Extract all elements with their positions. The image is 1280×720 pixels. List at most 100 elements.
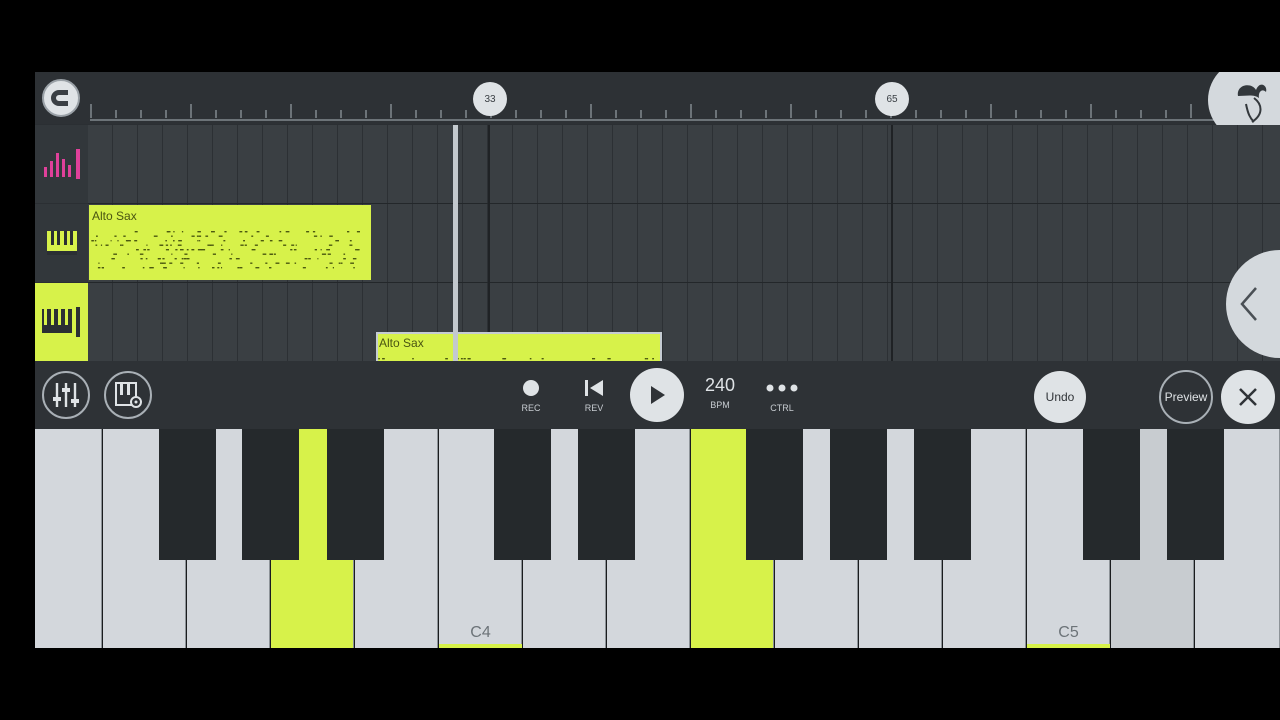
clip-note [212, 253, 216, 255]
pattern-clip-alto-sax-1[interactable]: Alto Sax [89, 205, 371, 280]
clip-note [170, 244, 172, 246]
black-key-f4-sharp-edge[interactable] [746, 429, 803, 560]
ruler-tick [615, 110, 617, 118]
clip-note [278, 240, 283, 242]
track-head-alto-sax-1[interactable] [35, 204, 88, 282]
piano-gear-icon [115, 382, 142, 408]
clip-note [412, 358, 414, 360]
transport-bar: REC REV 240 BPM CTRL Undo Preview [35, 361, 1280, 429]
white-key-d3[interactable] [35, 429, 102, 648]
clip-note [378, 358, 380, 360]
ruler-tick [465, 110, 467, 118]
clip-note [467, 358, 471, 360]
playlist-tracks: Alto Sax Alto Sax [35, 125, 1280, 413]
timeline-ruler[interactable]: 33 65 [35, 72, 1280, 142]
mixer-levels-icon [43, 149, 80, 179]
ruler-tick [940, 110, 942, 118]
clip-note [165, 244, 169, 246]
clip-note [445, 358, 448, 360]
track-head-mixer[interactable] [35, 125, 88, 203]
ruler-tick [915, 110, 917, 118]
clip-note [221, 244, 223, 246]
clip-note [356, 231, 360, 233]
clip-note [349, 240, 352, 242]
clip-note [228, 249, 230, 251]
playhead[interactable] [453, 125, 458, 361]
ruler-tick [440, 110, 442, 118]
clip-note [110, 240, 112, 242]
track-lane-3[interactable] [88, 283, 1280, 361]
clip-note [157, 258, 161, 260]
clip-note [123, 235, 126, 237]
record-button[interactable]: REC [506, 375, 556, 425]
clip-note [224, 231, 227, 233]
octave-marker [1027, 644, 1110, 648]
clip-note [265, 262, 268, 264]
play-button[interactable] [630, 368, 684, 422]
black-key-a4-sharp[interactable] [914, 429, 971, 560]
mixer-button[interactable] [42, 371, 90, 419]
clip-note [196, 235, 199, 237]
ruler-tick [790, 104, 792, 118]
black-key-c5-sharp[interactable] [1083, 429, 1140, 560]
clip-note [294, 262, 297, 264]
clip-note [198, 235, 202, 237]
ruler-tick [665, 110, 667, 118]
clip-note [147, 249, 150, 251]
black-key-a3-sharp[interactable] [327, 429, 384, 560]
black-key-g3-sharp[interactable] [301, 429, 325, 560]
black-key-f4-sharp[interactable] [693, 429, 745, 560]
ruler-tick [240, 110, 242, 118]
ruler-tick [90, 104, 92, 118]
bar-marker-65[interactable]: 65 [875, 82, 909, 116]
clip-note [181, 258, 184, 260]
clip-note [165, 249, 169, 251]
tempo-control[interactable]: 240 BPM [695, 375, 745, 410]
black-key-d3-sharp[interactable] [159, 429, 216, 560]
clip-note [652, 358, 654, 360]
clip-note [382, 358, 385, 360]
close-button[interactable] [1221, 370, 1275, 424]
clip-note [174, 258, 177, 260]
track-lane-1[interactable] [88, 125, 1280, 203]
black-key-c4-sharp[interactable] [494, 429, 551, 560]
clip-note [136, 249, 139, 251]
clip-note [169, 262, 173, 264]
clip-note [251, 249, 256, 251]
snap-magnet-button[interactable] [42, 79, 80, 117]
instrument-settings-button[interactable] [104, 371, 152, 419]
rewind-button[interactable]: REV [569, 375, 619, 425]
clip-note [357, 249, 360, 251]
bar-marker-33[interactable]: 33 [473, 82, 507, 116]
black-key-d4-sharp[interactable] [578, 429, 635, 560]
clip-note [180, 249, 184, 251]
preview-button[interactable]: Preview [1159, 370, 1213, 424]
track-head-alto-sax-2[interactable] [35, 283, 88, 361]
octave-marker [439, 644, 522, 648]
more-dots-icon [766, 384, 798, 392]
clip-note [191, 235, 195, 237]
clip-note [644, 358, 647, 360]
clip-note [140, 258, 143, 260]
clip-note [646, 358, 649, 360]
clip-note [329, 262, 333, 264]
bar-line-65 [891, 125, 893, 361]
black-key-g4-sharp[interactable] [830, 429, 887, 560]
black-key-f3-sharp[interactable] [242, 429, 299, 560]
clip-note [121, 244, 124, 246]
black-key-d5-sharp[interactable] [1167, 429, 1224, 560]
clip-note [304, 258, 308, 260]
ruler-tick [590, 104, 592, 118]
clip-note [212, 267, 215, 269]
piano-roll-icon [41, 307, 80, 337]
ruler-tick [1065, 110, 1067, 118]
undo-button[interactable]: Undo [1034, 371, 1086, 423]
clip-note [251, 235, 254, 237]
ctrl-button[interactable]: CTRL [757, 375, 807, 425]
clip-note [97, 267, 101, 269]
clip-note [223, 240, 226, 242]
clip-note [96, 235, 98, 237]
clip-label: Alto Sax [92, 209, 137, 223]
clip-note [302, 267, 306, 269]
clip-note [541, 358, 544, 360]
